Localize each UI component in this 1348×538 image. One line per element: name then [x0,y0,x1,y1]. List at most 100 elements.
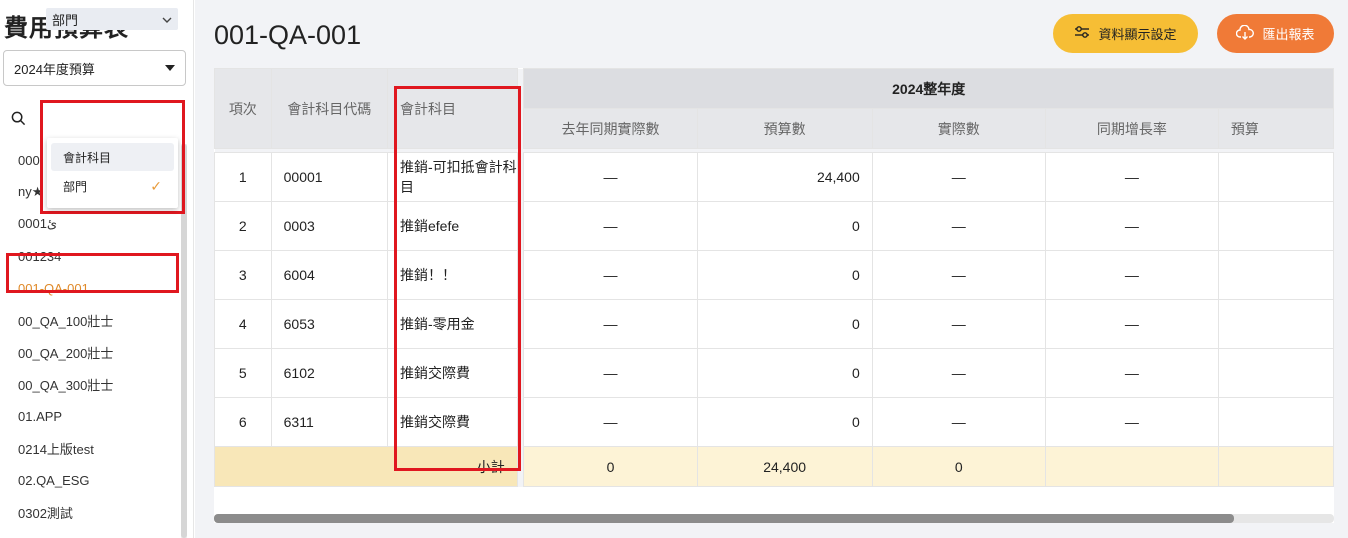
header-account-code: 會計科目代碼 [270,68,389,149]
cell-actual: — [871,397,1046,447]
column-gap [517,201,524,251]
cell-actual: — [871,299,1046,349]
header-budget-partial: 預算 [1217,108,1334,149]
table-horizontal-scrollbar-thumb[interactable] [214,514,1234,523]
cell-budget: 0 [696,348,873,398]
cell-growth-rate: — [1044,201,1219,251]
subtotal-growth [1044,446,1219,487]
subtotal-last-year: 0 [523,446,698,487]
year-select[interactable]: 2024年度預算 [3,50,186,86]
subtotal-actual: 0 [871,446,1046,487]
cell-account: 推銷-零用金 [387,299,518,349]
project-item[interactable]: 0302測試 [0,496,180,528]
cell-budget-partial [1217,250,1334,300]
project-item[interactable]: 03.QA_APP_ESG [0,528,180,538]
cell-index: 2 [214,201,272,251]
cell-account-code: 6311 [270,397,389,447]
cell-growth-rate: — [1044,299,1219,349]
cell-index: 5 [214,348,272,398]
cell-account: 推銷交際費 [387,397,518,447]
column-gap [517,348,524,398]
cell-budget-partial [1217,201,1334,251]
display-settings-label: 資料顯示設定 [1098,27,1177,42]
header-last-year-actual: 去年同期實際數 [523,108,698,149]
column-gap [517,68,524,149]
project-item[interactable]: 00_QA_100壯士 [0,304,180,336]
header-growth-rate: 同期增長率 [1044,108,1219,149]
cell-index: 4 [214,299,272,349]
dropdown-option-department[interactable]: 部門 ✓ [51,172,174,200]
subtotal-label: 小計 [214,446,518,487]
project-item[interactable]: 00_QA_200壯士 [0,336,180,368]
cell-growth-rate: — [1044,348,1219,398]
table-row: 1 00001 推銷-可扣抵會計科目 —24,400— — [214,152,1334,202]
export-report-label: 匯出報表 [1262,27,1315,42]
cell-budget: 0 [696,250,873,300]
project-item[interactable]: 0214上版test [0,432,180,464]
cell-growth-rate: — [1044,152,1219,202]
search-icon[interactable] [3,111,33,126]
budget-table-container: 項次 會計科目代碼 會計科目 2024整年度 去年同期實際數 預算數 實際數 同… [214,68,1334,523]
project-item[interactable]: 02.QA_ESG [0,464,180,496]
budget-table: 項次 會計科目代碼 會計科目 2024整年度 去年同期實際數 預算數 實際數 同… [214,68,1334,487]
header-index: 項次 [214,68,272,149]
project-item[interactable]: 01.APP [0,400,180,432]
cell-budget: 0 [696,299,873,349]
column-gap [517,250,524,300]
cell-last-year-actual: — [523,250,698,300]
project-item[interactable]: 0001ئ [0,208,180,240]
subtotal-budget-partial [1217,446,1334,487]
project-item[interactable]: 001-QA-001 [0,272,180,304]
main-content: 001-QA-001 資料顯示設定 匯出報表 項次 會計科目代碼 會計科目 20… [195,0,1348,538]
cell-actual: — [871,250,1046,300]
dropdown-option-account[interactable]: 會計科目 [51,143,174,171]
cloud-download-icon [1236,24,1255,43]
cell-account-code: 6004 [270,250,389,300]
filter-dropdown: 會計科目 部門 ✓ [47,138,178,208]
cell-last-year-actual: — [523,152,698,202]
project-item[interactable]: 00_QA_300壯士 [0,368,180,400]
cell-account: 推銷-可扣抵會計科目 [387,152,518,202]
cell-last-year-actual: — [523,397,698,447]
cell-index: 1 [214,152,272,202]
cell-budget: 0 [696,201,873,251]
project-item[interactable]: 001234 [0,240,180,272]
column-gap [517,446,524,487]
export-report-button[interactable]: 匯出報表 [1217,14,1334,53]
dropdown-option-label: 會計科目 [63,150,112,165]
cell-budget: 0 [696,397,873,447]
filter-row [3,100,186,136]
sidebar-scrollbar-thumb[interactable] [181,144,187,538]
sliders-icon [1074,25,1090,42]
subtotal-row: 小計 0 24,400 0 [214,446,1334,487]
page-title: 001-QA-001 [214,20,362,50]
table-row: 2 0003 推銷efefe —0— — [214,201,1334,251]
header-account: 會計科目 [387,68,518,149]
table-row: 3 6004 推銷！！ —0— — [214,250,1334,300]
cell-growth-rate: — [1044,397,1219,447]
header-year-group: 2024整年度 [523,68,1334,109]
table-row: 6 6311 推銷交際費 —0— — [214,397,1334,447]
check-icon: ✓ [150,177,162,194]
cell-actual: — [871,348,1046,398]
cell-budget-partial [1217,348,1334,398]
caret-down-icon [165,65,175,71]
column-gap [517,397,524,447]
cell-account: 推銷efefe [387,201,518,251]
header-budget: 預算數 [696,108,873,149]
chevron-down-icon [162,12,172,27]
subtotal-budget: 24,400 [696,446,873,487]
cell-actual: — [871,201,1046,251]
cell-budget-partial [1217,397,1334,447]
cell-budget-partial [1217,152,1334,202]
cell-account: 推銷交際費 [387,348,518,398]
display-settings-button[interactable]: 資料顯示設定 [1053,14,1198,53]
cell-account: 推銷！！ [387,250,518,300]
header-actual: 實際數 [871,108,1046,149]
filter-select[interactable]: 部門 [46,8,178,30]
year-select-value: 2024年度預算 [14,61,95,77]
cell-actual: — [871,152,1046,202]
cell-account-code: 6102 [270,348,389,398]
cell-last-year-actual: — [523,201,698,251]
cell-account-code: 6053 [270,299,389,349]
